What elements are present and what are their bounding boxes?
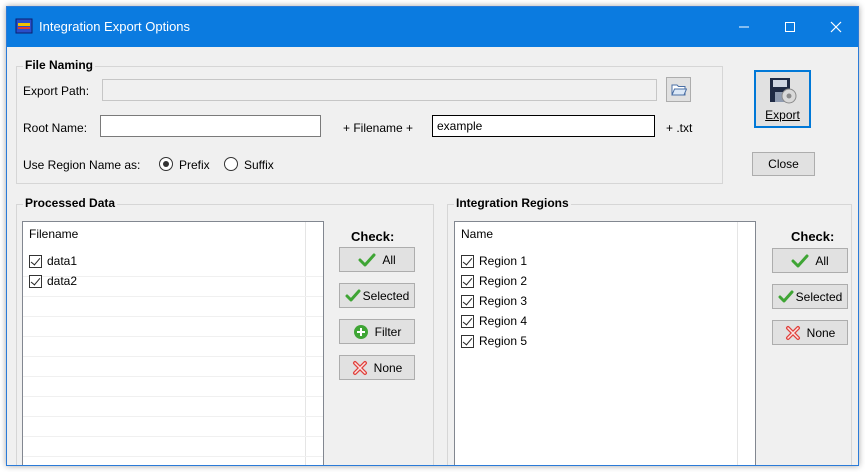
processed-data-list[interactable]: Filename data1 data2 [22,221,324,465]
uncheck-x-icon [352,360,367,375]
export-button-label: Export [765,108,800,122]
name-column-label: Name [461,227,494,241]
minimize-icon [739,26,749,28]
check-selected-label: Selected [795,289,843,304]
list-item-label: Region 3 [479,294,528,308]
integration-regions-list[interactable]: Name Region 1 Region 2 Region 3 Region 4… [454,221,756,465]
row-line [23,436,323,437]
close-button-label: Close [768,157,799,171]
row-line [23,296,323,297]
filter-label: Filter [374,324,402,339]
list-item[interactable]: Region 1 [461,252,527,270]
processed-check-selected-button[interactable]: Selected [339,283,415,308]
maximize-icon [785,22,795,32]
prefix-label[interactable]: Prefix [179,158,210,172]
list-item-label: Region 1 [479,254,528,268]
regions-check-selected-button[interactable]: Selected [772,284,848,309]
file-naming-title: File Naming [23,58,96,72]
check-none-label: None [373,360,403,375]
list-item[interactable]: data2 [29,272,77,290]
list-item-label: Region 2 [479,274,528,288]
suffix-label[interactable]: Suffix [244,158,274,172]
checkmark-icon [358,253,376,266]
processed-check-none-button[interactable]: None [339,355,415,380]
region-name-label: Use Region Name as: [23,158,141,172]
filename-joiner-label: + Filename + [343,121,414,135]
processed-data-title: Processed Data [23,196,118,210]
list-item-checkbox[interactable] [461,334,474,348]
processed-check-all-button[interactable]: All [339,247,415,272]
list-item[interactable]: Region 5 [461,332,527,350]
folder-open-icon [670,84,687,95]
export-gear-icon [769,78,796,104]
row-line [23,396,323,397]
root-name-label: Root Name: [23,121,88,135]
row-line [23,316,323,317]
root-name-field[interactable] [100,115,321,137]
column-divider [305,222,306,465]
list-item-label: data1 [47,254,78,268]
row-line [23,376,323,377]
check-selected-label: Selected [362,288,410,303]
list-item-checkbox[interactable] [461,254,474,268]
list-item-checkbox[interactable] [461,314,474,328]
list-item-label: data2 [47,274,78,288]
uncheck-x-icon [785,325,800,340]
export-options-window: Integration Export Options File Naming E… [6,6,859,466]
list-item[interactable]: Region 3 [461,292,527,310]
list-item-label: Region 5 [479,334,528,348]
close-button[interactable]: Close [752,152,815,176]
checkmark-icon [345,289,361,301]
minimize-button[interactable] [721,7,767,47]
add-filter-icon [353,324,368,339]
browse-folder-button[interactable] [666,77,691,102]
regions-check-all-button[interactable]: All [772,248,848,273]
maximize-button[interactable] [767,7,813,47]
list-item-checkbox[interactable] [29,254,42,268]
app-icon [15,18,33,34]
check-none-label: None [806,325,836,340]
check-all-label: All [382,252,396,267]
column-divider [737,222,738,465]
close-icon [830,21,842,33]
list-item-checkbox[interactable] [29,274,42,288]
export-button[interactable]: Export [754,70,811,128]
regions-check-none-button[interactable]: None [772,320,848,345]
row-line [23,336,323,337]
check-all-label: All [815,253,829,268]
extension-label: + .txt [666,121,693,135]
row-line [23,456,323,457]
window-title: Integration Export Options [39,19,191,34]
list-item-checkbox[interactable] [461,294,474,308]
row-line [23,416,323,417]
filename-example-field[interactable]: example [432,115,655,137]
export-path-label: Export Path: [23,84,90,98]
name-column-header[interactable]: Name [455,222,755,244]
list-item[interactable]: Region 2 [461,272,527,290]
title-bar[interactable]: Integration Export Options [7,7,858,47]
list-item-label: Region 4 [479,314,528,328]
processed-check-label: Check: [351,229,395,244]
suffix-radio[interactable] [224,157,238,171]
regions-check-label: Check: [791,229,835,244]
filename-column-header[interactable]: Filename [23,222,323,244]
filename-column-label: Filename [29,227,79,241]
checkmark-icon [778,290,794,302]
export-path-field[interactable] [102,79,657,101]
row-line [23,356,323,357]
prefix-radio[interactable] [159,157,173,171]
list-item[interactable]: data1 [29,252,77,270]
close-window-button[interactable] [813,7,858,47]
list-item[interactable]: Region 4 [461,312,527,330]
checkmark-icon [791,254,809,267]
processed-filter-button[interactable]: Filter [339,319,415,344]
integration-regions-title: Integration Regions [454,196,571,210]
list-item-checkbox[interactable] [461,274,474,288]
